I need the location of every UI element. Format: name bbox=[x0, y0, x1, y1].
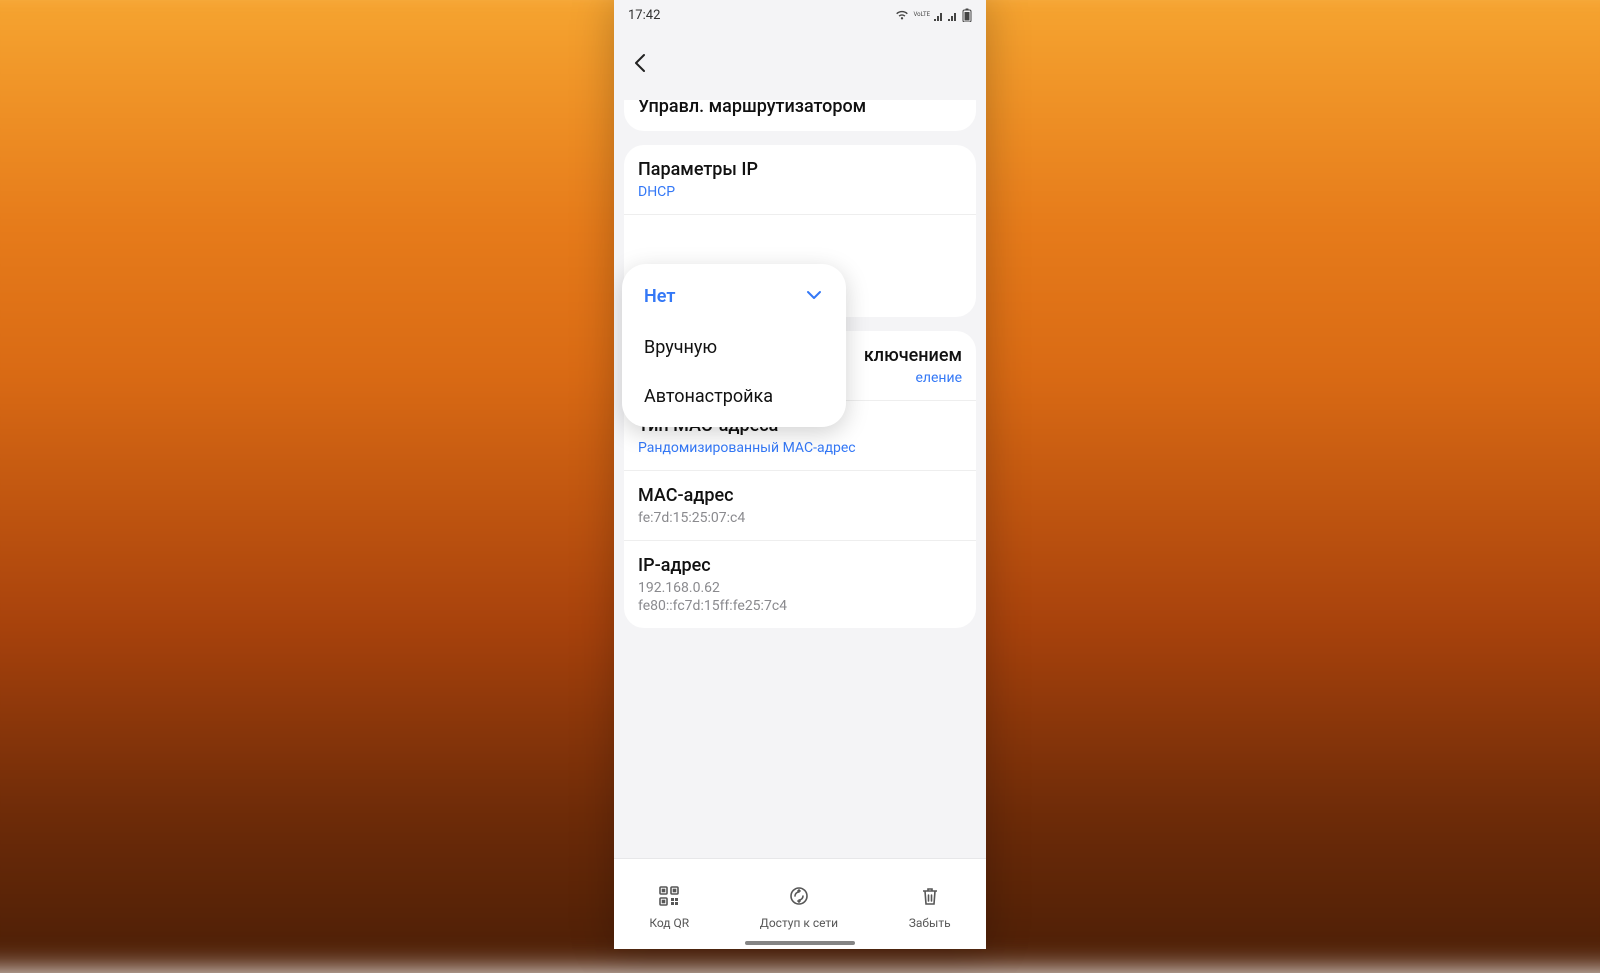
dropdown-option-none-label: Нет bbox=[644, 286, 675, 307]
ip-address-value-1: 192.168.0.62 bbox=[638, 580, 962, 596]
status-time: 17:42 bbox=[628, 8, 660, 23]
dropdown-option-none[interactable]: Нет bbox=[622, 270, 846, 323]
share-button[interactable]: Доступ к сети bbox=[760, 885, 838, 930]
back-icon[interactable] bbox=[630, 52, 652, 78]
row-ip-address: IP-адрес 192.168.0.62 fe80::fc7d:15ff:fe… bbox=[624, 540, 976, 628]
mac-address-title: MAC-адрес bbox=[638, 485, 962, 506]
qr-icon bbox=[658, 885, 680, 910]
battery-icon bbox=[962, 8, 972, 22]
qr-label: Код QR bbox=[649, 916, 689, 930]
status-bar: 17:42 VoLTE bbox=[614, 0, 986, 30]
trash-icon bbox=[919, 885, 941, 910]
dropdown-option-manual[interactable]: Вручную bbox=[622, 323, 846, 372]
dropdown-option-auto[interactable]: Автонастройка bbox=[622, 372, 846, 421]
ip-address-title: IP-адрес bbox=[638, 555, 962, 576]
signal-icon bbox=[934, 9, 944, 21]
forget-label: Забыть bbox=[909, 916, 951, 930]
forget-button[interactable]: Забыть bbox=[909, 885, 951, 930]
mac-type-value: Рандомизированный MAC-адрес bbox=[638, 440, 962, 456]
router-management-label: Управл. маршрутизатором bbox=[638, 100, 962, 117]
header bbox=[614, 30, 986, 100]
ip-params-title: Параметры IP bbox=[638, 159, 962, 180]
dropdown-option-auto-label: Автонастройка bbox=[644, 386, 773, 407]
check-icon bbox=[804, 284, 824, 309]
row-router-management[interactable]: Управл. маршрутизатором bbox=[624, 100, 976, 131]
signal-icon-2 bbox=[948, 9, 958, 21]
row-ip-params[interactable]: Параметры IP DHCP bbox=[624, 145, 976, 214]
card-router: Управл. маршрутизатором bbox=[624, 100, 976, 131]
bottom-action-bar: Код QR Доступ к сети Забыть bbox=[614, 859, 986, 949]
row-mac-address: MAC-адрес fe:7d:15:25:07:c4 bbox=[624, 470, 976, 540]
share-label: Доступ к сети bbox=[760, 916, 838, 930]
ip-address-value-2: fe80::fc7d:15ff:fe25:7c4 bbox=[638, 598, 962, 614]
ip-params-value: DHCP bbox=[638, 184, 962, 200]
home-indicator[interactable] bbox=[745, 941, 855, 945]
share-icon bbox=[788, 885, 810, 910]
proxy-dropdown-menu: Нет Вручную Автонастройка bbox=[622, 264, 846, 427]
dropdown-option-manual-label: Вручную bbox=[644, 337, 717, 358]
phone-frame: 17:42 VoLTE Управл. маршрутиз bbox=[614, 0, 986, 949]
mac-address-value: fe:7d:15:25:07:c4 bbox=[638, 510, 962, 526]
volte-icon: VoLTE bbox=[913, 12, 930, 18]
settings-content: Управл. маршрутизатором Параметры IP DHC… bbox=[614, 100, 986, 865]
qr-button[interactable]: Код QR bbox=[649, 885, 689, 930]
wifi-icon bbox=[895, 9, 909, 21]
status-icons: VoLTE bbox=[895, 8, 972, 22]
